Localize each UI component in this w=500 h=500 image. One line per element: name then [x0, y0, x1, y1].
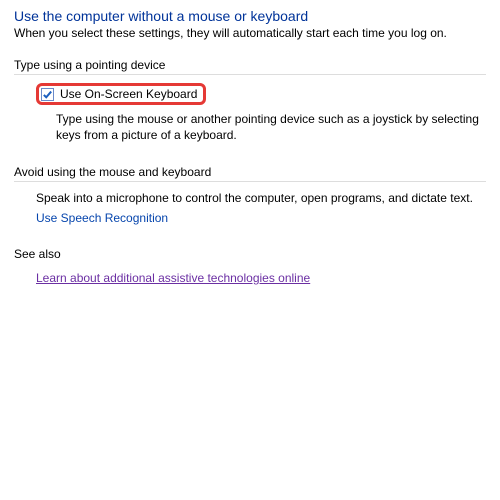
section-header-seealso: See also: [14, 247, 486, 263]
checkmark-icon: [42, 89, 53, 100]
use-onscreen-keyboard-checkbox[interactable]: [41, 88, 54, 101]
section-see-also: See also Learn about additional assistiv…: [14, 247, 486, 285]
section-header-avoid: Avoid using the mouse and keyboard: [14, 165, 486, 182]
use-onscreen-keyboard-row[interactable]: Use On-Screen Keyboard: [36, 83, 206, 105]
use-speech-recognition-link[interactable]: Use Speech Recognition: [36, 211, 168, 225]
use-onscreen-keyboard-label: Use On-Screen Keyboard: [60, 87, 197, 101]
section-pointing-device: Type using a pointing device Use On-Scre…: [14, 58, 486, 143]
section-header-pointing: Type using a pointing device: [14, 58, 486, 75]
speech-helper-text: Speak into a microphone to control the c…: [36, 190, 486, 206]
page-subtitle: When you select these settings, they wil…: [14, 26, 486, 40]
section-avoid-mouse-keyboard: Avoid using the mouse and keyboard Speak…: [14, 165, 486, 224]
onscreen-keyboard-helper-text: Type using the mouse or another pointing…: [36, 111, 486, 143]
assistive-technologies-link[interactable]: Learn about additional assistive technol…: [36, 271, 310, 285]
page-title: Use the computer without a mouse or keyb…: [14, 8, 486, 24]
